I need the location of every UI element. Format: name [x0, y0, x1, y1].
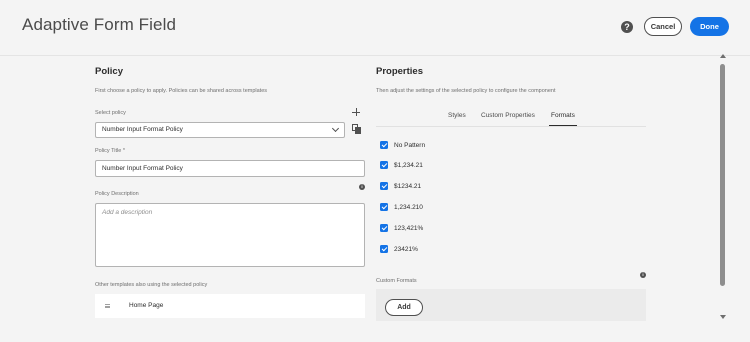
format-checkbox-1[interactable]	[380, 161, 388, 169]
policy-description: First choose a policy to apply. Policies…	[95, 88, 268, 94]
format-label: $1,234.21	[394, 162, 423, 169]
format-checkbox-2[interactable]	[380, 182, 388, 190]
add-policy-icon[interactable]	[352, 108, 360, 116]
done-button[interactable]: Done	[690, 17, 729, 36]
template-label: Home Page	[129, 302, 164, 309]
policy-heading: Policy	[95, 66, 123, 77]
format-checkbox-4[interactable]	[380, 224, 388, 232]
policy-title-label: Policy Title *	[95, 148, 125, 154]
format-checkbox-3[interactable]	[380, 203, 388, 211]
format-checkbox-no-pattern[interactable]	[380, 141, 388, 149]
tab-formats[interactable]: Formats	[551, 112, 575, 119]
scroll-thumb[interactable]	[720, 64, 725, 286]
format-label: 1,234.210	[394, 204, 423, 211]
format-label: 123,421%	[394, 225, 424, 232]
policy-title-field[interactable]: Number Input Format Policy	[95, 160, 365, 177]
format-checkbox-5[interactable]	[380, 245, 388, 253]
tab-styles[interactable]: Styles	[448, 112, 466, 119]
help-icon[interactable]: ?	[621, 21, 633, 33]
policy-description-label: Policy Description	[95, 191, 139, 197]
policy-select[interactable]: Number Input Format Policy	[95, 122, 345, 138]
info-icon[interactable]: i	[640, 272, 646, 278]
properties-description: Then adjust the settings of the selected…	[376, 88, 556, 94]
chevron-down-icon	[331, 124, 340, 133]
dialog-title: Adaptive Form Field	[22, 15, 177, 34]
info-icon[interactable]: i	[359, 184, 365, 190]
format-label: No Pattern	[394, 142, 426, 149]
policy-select-value: Number Input Format Policy	[102, 126, 183, 133]
other-templates-label: Other templates also using the selected …	[95, 282, 208, 288]
dialog-header: Adaptive Form Field ? Cancel Done	[0, 0, 750, 56]
scrollbar[interactable]	[719, 54, 726, 322]
drag-handle-icon[interactable]	[105, 304, 110, 308]
list-item[interactable]: Home Page	[95, 294, 365, 318]
cancel-button[interactable]: Cancel	[644, 17, 682, 36]
custom-formats-label: Custom Formats	[376, 278, 417, 284]
add-button[interactable]: Add	[385, 299, 423, 316]
properties-heading: Properties	[376, 66, 423, 77]
format-label: $1234.21	[394, 183, 422, 190]
tab-custom-properties[interactable]: Custom Properties	[481, 112, 535, 119]
scroll-up-icon[interactable]	[720, 54, 726, 58]
scroll-down-icon[interactable]	[720, 315, 726, 319]
tabs-divider	[376, 126, 646, 127]
copy-icon[interactable]	[352, 124, 361, 134]
format-label: 23421%	[394, 246, 418, 253]
select-policy-label: Select policy	[95, 110, 126, 116]
policy-description-field[interactable]: Add a description	[95, 203, 365, 267]
